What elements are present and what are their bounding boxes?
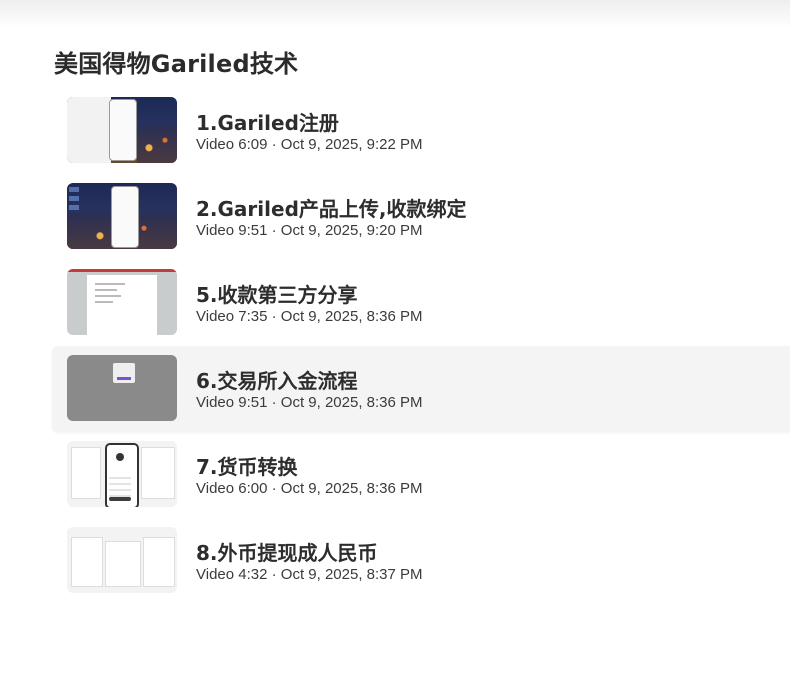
video-title[interactable]: 5.收款第三方分享	[196, 279, 358, 308]
video-meta: Video 6:09 · Oct 9, 2025, 9:22 PM	[196, 136, 423, 153]
thumbnail-panel	[143, 537, 175, 587]
thumbnail-dialog	[113, 363, 135, 383]
video-meta: Video 4:32 · Oct 9, 2025, 8:37 PM	[196, 566, 423, 583]
video-title[interactable]: 6.交易所入金流程	[196, 365, 358, 394]
video-title[interactable]: 7.货币转换	[196, 451, 298, 480]
video-thumbnail[interactable]	[67, 97, 177, 163]
video-meta: Video 9:51 · Oct 9, 2025, 9:20 PM	[196, 222, 423, 239]
thumbnail-phone	[111, 186, 139, 248]
thumbnail-toolbar	[67, 269, 177, 272]
video-item[interactable]: 8.外币提现成人民币 Video 4:32 · Oct 9, 2025, 8:3…	[52, 518, 790, 604]
thumbnail-button	[109, 497, 131, 501]
video-item[interactable]: 5.收款第三方分享 Video 7:35 · Oct 9, 2025, 8:36…	[52, 260, 790, 346]
thumbnail-panel	[71, 447, 101, 499]
video-meta: Video 7:35 · Oct 9, 2025, 8:36 PM	[196, 308, 423, 325]
video-item-active[interactable]: 6.交易所入金流程 Video 9:51 · Oct 9, 2025, 8:36…	[52, 346, 790, 432]
thumbnail-panel	[105, 541, 141, 587]
thumbnail-text-line	[95, 283, 125, 285]
video-meta: Video 9:51 · Oct 9, 2025, 8:36 PM	[196, 394, 423, 411]
thumbnail-phone	[109, 99, 137, 161]
video-title[interactable]: 8.外币提现成人民币	[196, 537, 378, 566]
thumbnail-avatar	[116, 453, 124, 461]
thumbnail-text-line	[95, 301, 113, 303]
video-list: 1.Gariled注册 Video 6:09 · Oct 9, 2025, 9:…	[52, 88, 790, 604]
thumbnail-text-line	[95, 289, 117, 291]
video-thumbnail[interactable]	[67, 355, 177, 421]
video-title[interactable]: 1.Gariled注册	[196, 107, 339, 136]
thumbnail-panel	[71, 537, 103, 587]
top-bar-shadow	[0, 0, 790, 28]
video-thumbnail[interactable]	[67, 183, 177, 249]
video-meta: Video 6:00 · Oct 9, 2025, 8:36 PM	[196, 480, 423, 497]
video-item[interactable]: 1.Gariled注册 Video 6:09 · Oct 9, 2025, 9:…	[52, 88, 790, 174]
video-title[interactable]: 2.Gariled产品上传,收款绑定	[196, 193, 466, 222]
video-item[interactable]: 2.Gariled产品上传,收款绑定 Video 9:51 · Oct 9, 2…	[52, 174, 790, 260]
video-thumbnail[interactable]	[67, 269, 177, 335]
thumbnail-panel	[141, 447, 175, 499]
thumbnail-button	[117, 377, 131, 380]
page-title: 美国得物Gariled技术	[54, 50, 299, 78]
thumbnail-text-line	[95, 295, 121, 297]
thumbnail-window	[67, 97, 111, 163]
thumbnail-keypad	[109, 473, 131, 499]
video-item[interactable]: 7.货币转换 Video 6:00 · Oct 9, 2025, 8:36 PM	[52, 432, 790, 518]
video-thumbnail[interactable]	[67, 527, 177, 593]
video-thumbnail[interactable]	[67, 441, 177, 507]
thumbnail-cityscape	[137, 125, 177, 163]
